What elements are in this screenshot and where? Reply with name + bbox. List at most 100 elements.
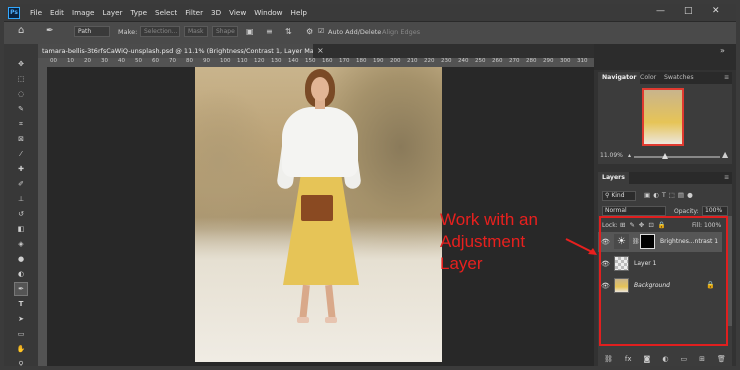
paint-bucket-tool-icon[interactable]: ◈ xyxy=(15,238,27,250)
mask-button[interactable]: Mask xyxy=(184,26,208,37)
marquee-tool-icon[interactable]: ⬚ xyxy=(15,73,27,85)
healing-brush-tool-icon[interactable]: ✚ xyxy=(15,163,27,175)
brush-tool-icon[interactable]: ✐ xyxy=(15,178,27,190)
image-handbag xyxy=(301,195,333,221)
navigator-thumbnail[interactable] xyxy=(642,88,684,146)
auto-add-delete-label: Auto Add/Delete xyxy=(328,28,382,36)
kind-label: Kind xyxy=(611,192,625,199)
annotation-text: Work with an Adjustment Layer xyxy=(440,210,538,273)
move-tool-icon[interactable]: ✥ xyxy=(15,58,27,70)
image-shoe xyxy=(325,317,337,323)
hand-tool-icon[interactable]: ✋ xyxy=(15,343,27,355)
zoom-in-icon[interactable]: ▲ xyxy=(722,150,728,159)
ruler-label: 290 xyxy=(543,58,554,64)
image-sweater xyxy=(282,107,358,177)
menu-image[interactable]: Image xyxy=(68,8,99,17)
panel-menu-icon[interactable]: ≡ xyxy=(720,72,733,84)
menu-edit[interactable]: Edit xyxy=(46,8,68,17)
new-layer-icon[interactable]: ⊞ xyxy=(699,355,705,363)
new-group-icon[interactable]: ▭ xyxy=(680,355,687,363)
ruler-label: 30 xyxy=(101,58,108,64)
highlight-box xyxy=(599,216,728,346)
navigator-panel: 11.09% ▴ ▲ xyxy=(598,84,732,164)
pen-tool-icon[interactable]: ✒ xyxy=(14,282,28,296)
layer-style-icon[interactable]: fx xyxy=(625,355,632,363)
tab-swatches[interactable]: Swatches xyxy=(660,72,698,84)
layer-filter-icons[interactable]: ▣◐T⬚▤● xyxy=(644,191,696,199)
eraser-tool-icon[interactable]: ◧ xyxy=(15,223,27,235)
path-mode-select[interactable]: Path xyxy=(74,26,110,37)
image-shoe xyxy=(297,317,309,323)
layers-scrollbar[interactable] xyxy=(728,216,732,326)
tab-layers[interactable]: Layers xyxy=(598,172,629,184)
ruler-label: 150 xyxy=(305,58,316,64)
menu-help[interactable]: Help xyxy=(287,8,311,17)
quick-select-tool-icon[interactable]: ✎ xyxy=(15,103,27,115)
menu-file[interactable]: File xyxy=(26,8,46,17)
selection-button[interactable]: Selection... xyxy=(140,26,180,37)
rectangle-tool-icon[interactable]: ▭ xyxy=(15,328,27,340)
ruler-label: 280 xyxy=(526,58,537,64)
menu-3d[interactable]: 3D xyxy=(207,8,225,17)
new-adjustment-icon[interactable]: ◐ xyxy=(662,355,668,363)
pen-tool-icon[interactable]: ✒ xyxy=(46,26,54,36)
make-label: Make: xyxy=(118,28,138,36)
opacity-field[interactable]: 100% xyxy=(702,206,728,216)
close-tab-icon[interactable]: × xyxy=(317,46,324,55)
navigator-slider-knob[interactable] xyxy=(662,153,668,159)
ruler-label: 90 xyxy=(203,58,210,64)
menu-filter[interactable]: Filter xyxy=(181,8,207,17)
crop-tool-icon[interactable]: ⌗ xyxy=(15,118,27,130)
frame-tool-icon[interactable]: ⊠ xyxy=(15,133,27,145)
tab-color[interactable]: Color xyxy=(636,72,660,84)
layers-panel-menu-icon[interactable]: ≡ xyxy=(720,172,733,184)
path-arrangement-icon[interactable]: ⇅ xyxy=(285,27,292,36)
blend-mode-select[interactable]: Normal xyxy=(602,206,666,216)
auto-add-delete-checkbox[interactable]: ☑ xyxy=(318,27,324,35)
lasso-tool-icon[interactable]: ◌ xyxy=(15,88,27,100)
tab-navigator[interactable]: Navigator xyxy=(598,72,641,84)
ruler-label: 40 xyxy=(118,58,125,64)
home-icon[interactable]: ⌂ xyxy=(18,25,24,36)
options-bar: ⌂ ✒ Path Make: Selection... Mask Shape ▣… xyxy=(4,21,736,45)
document-tab[interactable]: tamara-bellis-3t6rfsCaWiQ-unsplash.psd @… xyxy=(38,44,313,58)
navigator-zoom-value[interactable]: 11.09% xyxy=(600,152,623,159)
maximize-button[interactable]: □ xyxy=(684,6,693,16)
path-selection-tool-icon[interactable]: ➤ xyxy=(15,313,27,325)
close-window-button[interactable]: ✕ xyxy=(712,6,720,16)
menu-type[interactable]: Type xyxy=(127,8,152,17)
menu-select[interactable]: Select xyxy=(151,8,181,17)
settings-gear-icon[interactable]: ⚙ xyxy=(306,27,313,36)
panel-header: » xyxy=(594,44,736,70)
menu-view[interactable]: View xyxy=(225,8,250,17)
layer-kind-filter[interactable]: ⚲ Kind xyxy=(602,191,636,201)
menu-window[interactable]: Window xyxy=(250,8,286,17)
path-alignment-icon[interactable]: ≡ xyxy=(266,27,273,36)
add-mask-icon[interactable]: ◙ xyxy=(644,355,651,363)
eyedropper-tool-icon[interactable]: ⁄ xyxy=(15,148,27,160)
delete-layer-icon[interactable]: 🗑 xyxy=(717,355,726,363)
path-operations-icon[interactable]: ▣ xyxy=(246,27,254,36)
clone-stamp-tool-icon[interactable]: ⊥ xyxy=(15,193,27,205)
zoom-out-icon[interactable]: ▴ xyxy=(628,152,631,159)
ruler-label: 310 xyxy=(577,58,588,64)
dodge-tool-icon[interactable]: ◐ xyxy=(15,268,27,280)
opacity-label: Opacity: xyxy=(674,208,699,215)
align-edges-label[interactable]: Align Edges xyxy=(382,28,420,36)
minimize-button[interactable]: — xyxy=(656,6,665,16)
zoom-tool-icon[interactable]: ⚲ xyxy=(15,358,27,366)
ruler-label: 120 xyxy=(254,58,265,64)
navigator-zoom-slider[interactable] xyxy=(634,156,720,158)
menu-layer[interactable]: Layer xyxy=(98,8,126,17)
link-layers-icon[interactable]: ⛓ xyxy=(604,355,613,363)
blur-tool-icon[interactable]: ● xyxy=(15,253,27,265)
app-window: Ps File Edit Image Layer Type Select Fil… xyxy=(0,0,740,370)
history-brush-tool-icon[interactable]: ↺ xyxy=(15,208,27,220)
shape-button[interactable]: Shape xyxy=(212,26,238,37)
photoshop-logo: Ps xyxy=(8,6,20,19)
type-tool-icon[interactable]: T xyxy=(15,298,27,310)
document-title: tamara-bellis-3t6rfsCaWiQ-unsplash.psd @… xyxy=(42,47,313,55)
image-rocks-left xyxy=(195,87,275,237)
collapse-panels-icon[interactable]: » xyxy=(720,46,725,55)
document-image[interactable] xyxy=(195,67,442,362)
